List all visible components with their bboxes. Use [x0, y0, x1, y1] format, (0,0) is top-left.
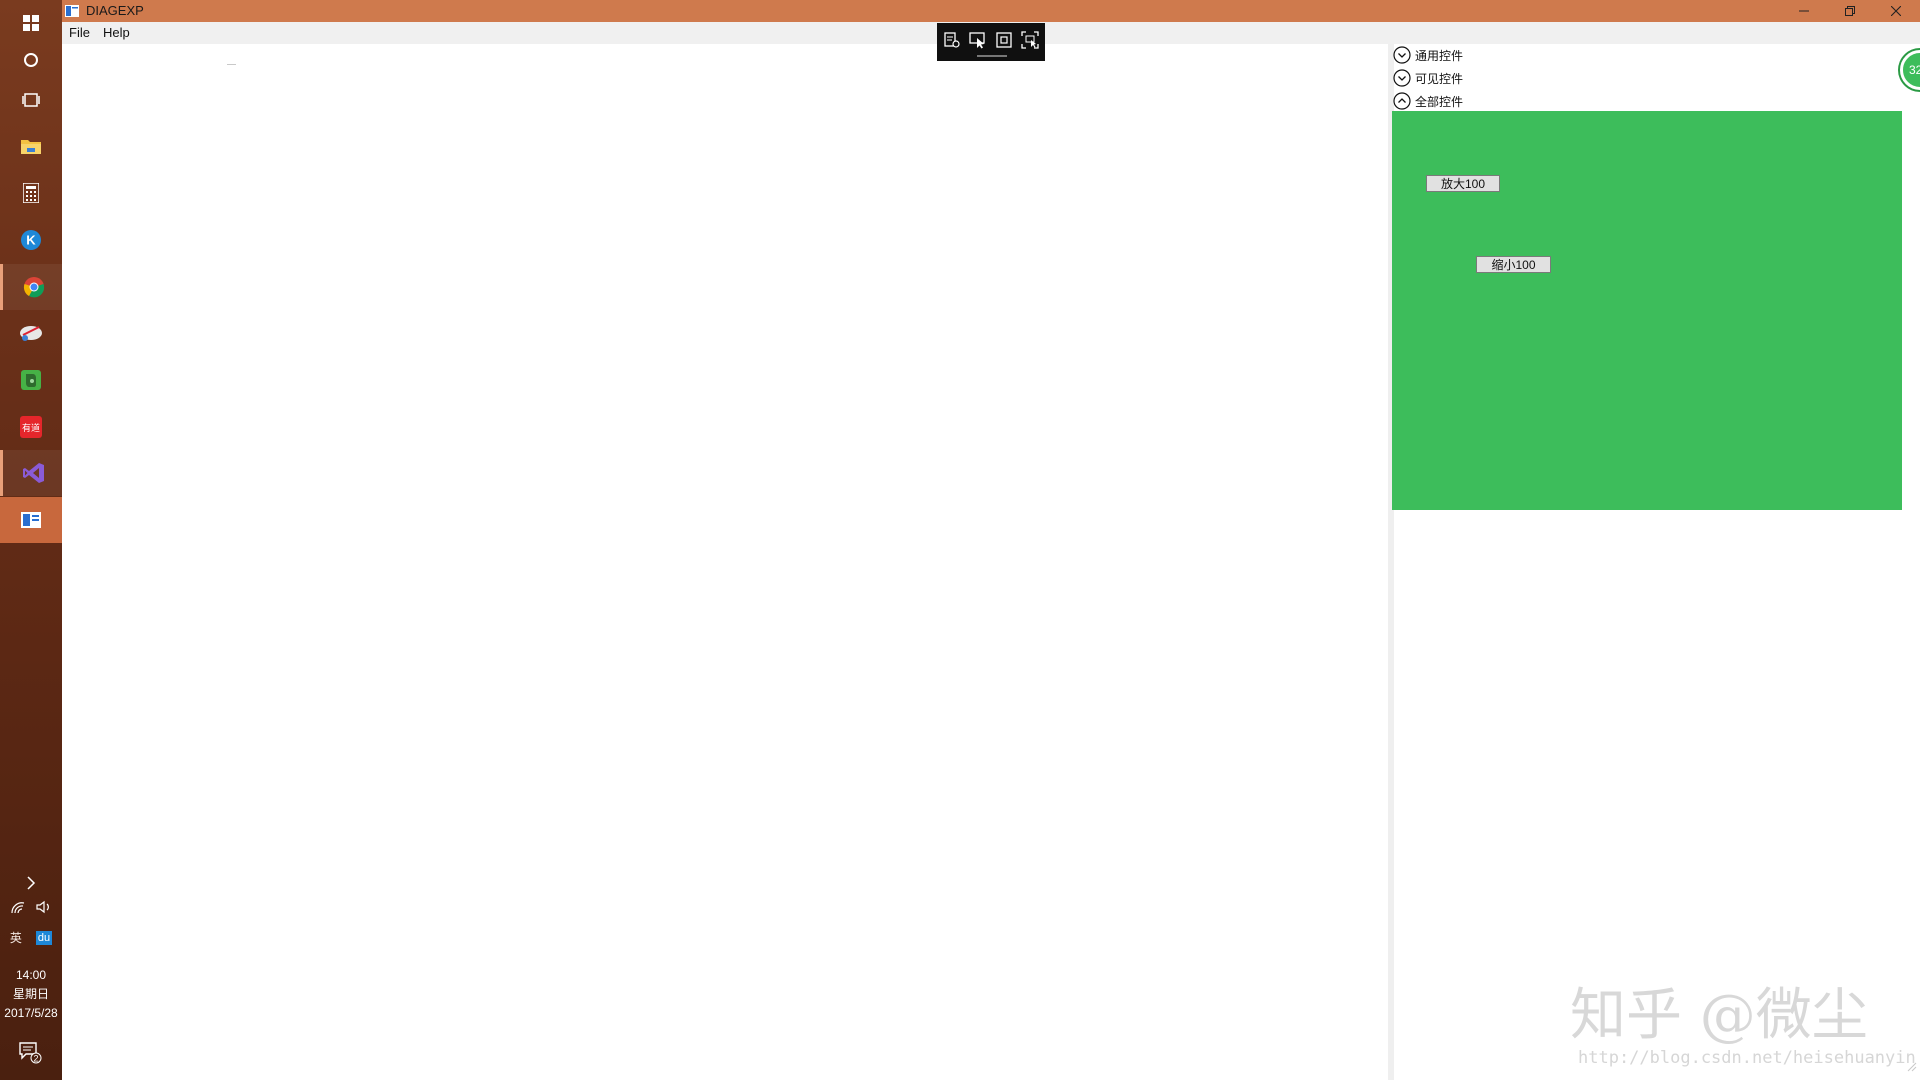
- section-visible-controls[interactable]: 可见控件: [1393, 67, 1463, 89]
- select-element-icon: [944, 32, 960, 48]
- evernote-icon: [21, 370, 41, 390]
- task-view-button[interactable]: [0, 77, 62, 123]
- frame-icon: [996, 32, 1012, 48]
- notification-count: 2: [33, 1054, 38, 1064]
- menu-help[interactable]: Help: [103, 25, 130, 40]
- calculator-button[interactable]: [0, 170, 62, 216]
- chevron-up-circle-icon: [1393, 92, 1411, 110]
- pointer-icon: [969, 32, 985, 49]
- visual-studio-icon: [23, 463, 44, 483]
- chevron-down-circle-icon: [1393, 46, 1411, 64]
- ft-pointer-button[interactable]: [967, 29, 989, 51]
- toolbar-drag-handle[interactable]: [977, 55, 1007, 57]
- chevron-right-icon: [27, 876, 36, 890]
- badge-text: 32: [1909, 63, 1920, 77]
- restore-button[interactable]: [1827, 0, 1873, 22]
- svg-text:有道: 有道: [22, 422, 40, 434]
- visual-studio-button[interactable]: [0, 450, 65, 496]
- snipping-button[interactable]: [0, 310, 62, 356]
- diagexp-window: DIAGEXP File Help 通用控件 可见控件 全部控件 放大100 缩…: [62, 0, 1920, 1080]
- controls-panel: 通用控件 可见控件 全部控件 放大100 缩小100: [1388, 44, 1920, 1080]
- canvas-mark: [227, 64, 236, 65]
- chrome-icon: [23, 277, 45, 298]
- network-icon[interactable]: [10, 900, 26, 914]
- window-title: DIAGEXP: [86, 3, 144, 18]
- ft-capture-button[interactable]: [1019, 29, 1041, 51]
- minimize-icon: [1799, 10, 1809, 12]
- ime-language-indicator[interactable]: 英: [10, 929, 22, 946]
- window-app-icon: [65, 5, 79, 17]
- chrome-button[interactable]: [0, 264, 65, 310]
- section-label: 可见控件: [1415, 71, 1464, 86]
- resize-grip-icon[interactable]: [1905, 1060, 1917, 1072]
- chevron-down-circle-icon: [1393, 69, 1411, 87]
- snipping-icon: [20, 326, 42, 341]
- diagexp-app-icon: [21, 512, 41, 528]
- tray-icons: [0, 900, 62, 914]
- ft-frame-button[interactable]: [993, 29, 1015, 51]
- evernote-button[interactable]: [0, 357, 62, 403]
- clock[interactable]: 14:00 星期日 2017/5/28: [0, 966, 62, 1023]
- cortana-circle-icon: [24, 53, 38, 67]
- watermark-url: http://blog.csdn.net/heisehuanyin: [1578, 1048, 1916, 1068]
- capture-icon: [1021, 31, 1039, 49]
- tray-expand[interactable]: [0, 876, 62, 890]
- youdao-button[interactable]: 有道: [0, 404, 62, 450]
- zoom-out-100-button[interactable]: 缩小100: [1476, 256, 1551, 273]
- windows-start-icon: [23, 15, 39, 31]
- svg-text:K: K: [26, 233, 36, 248]
- menu-file[interactable]: File: [69, 25, 90, 40]
- all-controls-container: 放大100 缩小100: [1392, 111, 1902, 510]
- folder-icon: [21, 140, 41, 154]
- watermark-text: 知乎 @微尘: [1570, 983, 1868, 1048]
- section-label: 全部控件: [1415, 94, 1464, 109]
- section-common-controls[interactable]: 通用控件: [1393, 44, 1463, 66]
- main-canvas[interactable]: [62, 44, 1388, 1080]
- taskbar: K 有道 英 du 14:00 星期日 2017/5/28 2: [0, 0, 65, 1080]
- action-center-button[interactable]: 2: [0, 1030, 62, 1076]
- close-button[interactable]: [1873, 0, 1919, 22]
- file-explorer-button[interactable]: [0, 123, 62, 169]
- k-app-button[interactable]: K: [0, 217, 62, 263]
- zoom-in-100-button[interactable]: 放大100: [1426, 175, 1500, 192]
- close-icon: [1891, 6, 1901, 16]
- notification-icon: 2: [19, 1042, 42, 1064]
- baidu-ime-icon[interactable]: du: [35, 930, 53, 945]
- youdao-icon: 有道: [20, 416, 42, 438]
- clock-date: 2017/5/28: [4, 1006, 58, 1020]
- section-label: 通用控件: [1415, 48, 1464, 63]
- volume-icon[interactable]: [36, 900, 52, 914]
- minimize-button[interactable]: [1781, 0, 1827, 22]
- clock-time: 14:00: [15, 968, 47, 982]
- diagexp-taskbar-button[interactable]: [0, 497, 62, 543]
- restore-icon: [1845, 6, 1855, 16]
- k-app-icon: K: [21, 230, 41, 250]
- task-view-icon: [22, 93, 40, 107]
- title-bar[interactable]: DIAGEXP: [62, 0, 1920, 22]
- ft-select-element-button[interactable]: [941, 29, 963, 51]
- clock-weekday: 星期日: [12, 987, 49, 1001]
- ime-tray: 英 du: [0, 929, 62, 946]
- calculator-icon: [23, 183, 39, 203]
- section-all-controls[interactable]: 全部控件: [1393, 90, 1463, 112]
- floating-inspect-toolbar[interactable]: [937, 23, 1045, 61]
